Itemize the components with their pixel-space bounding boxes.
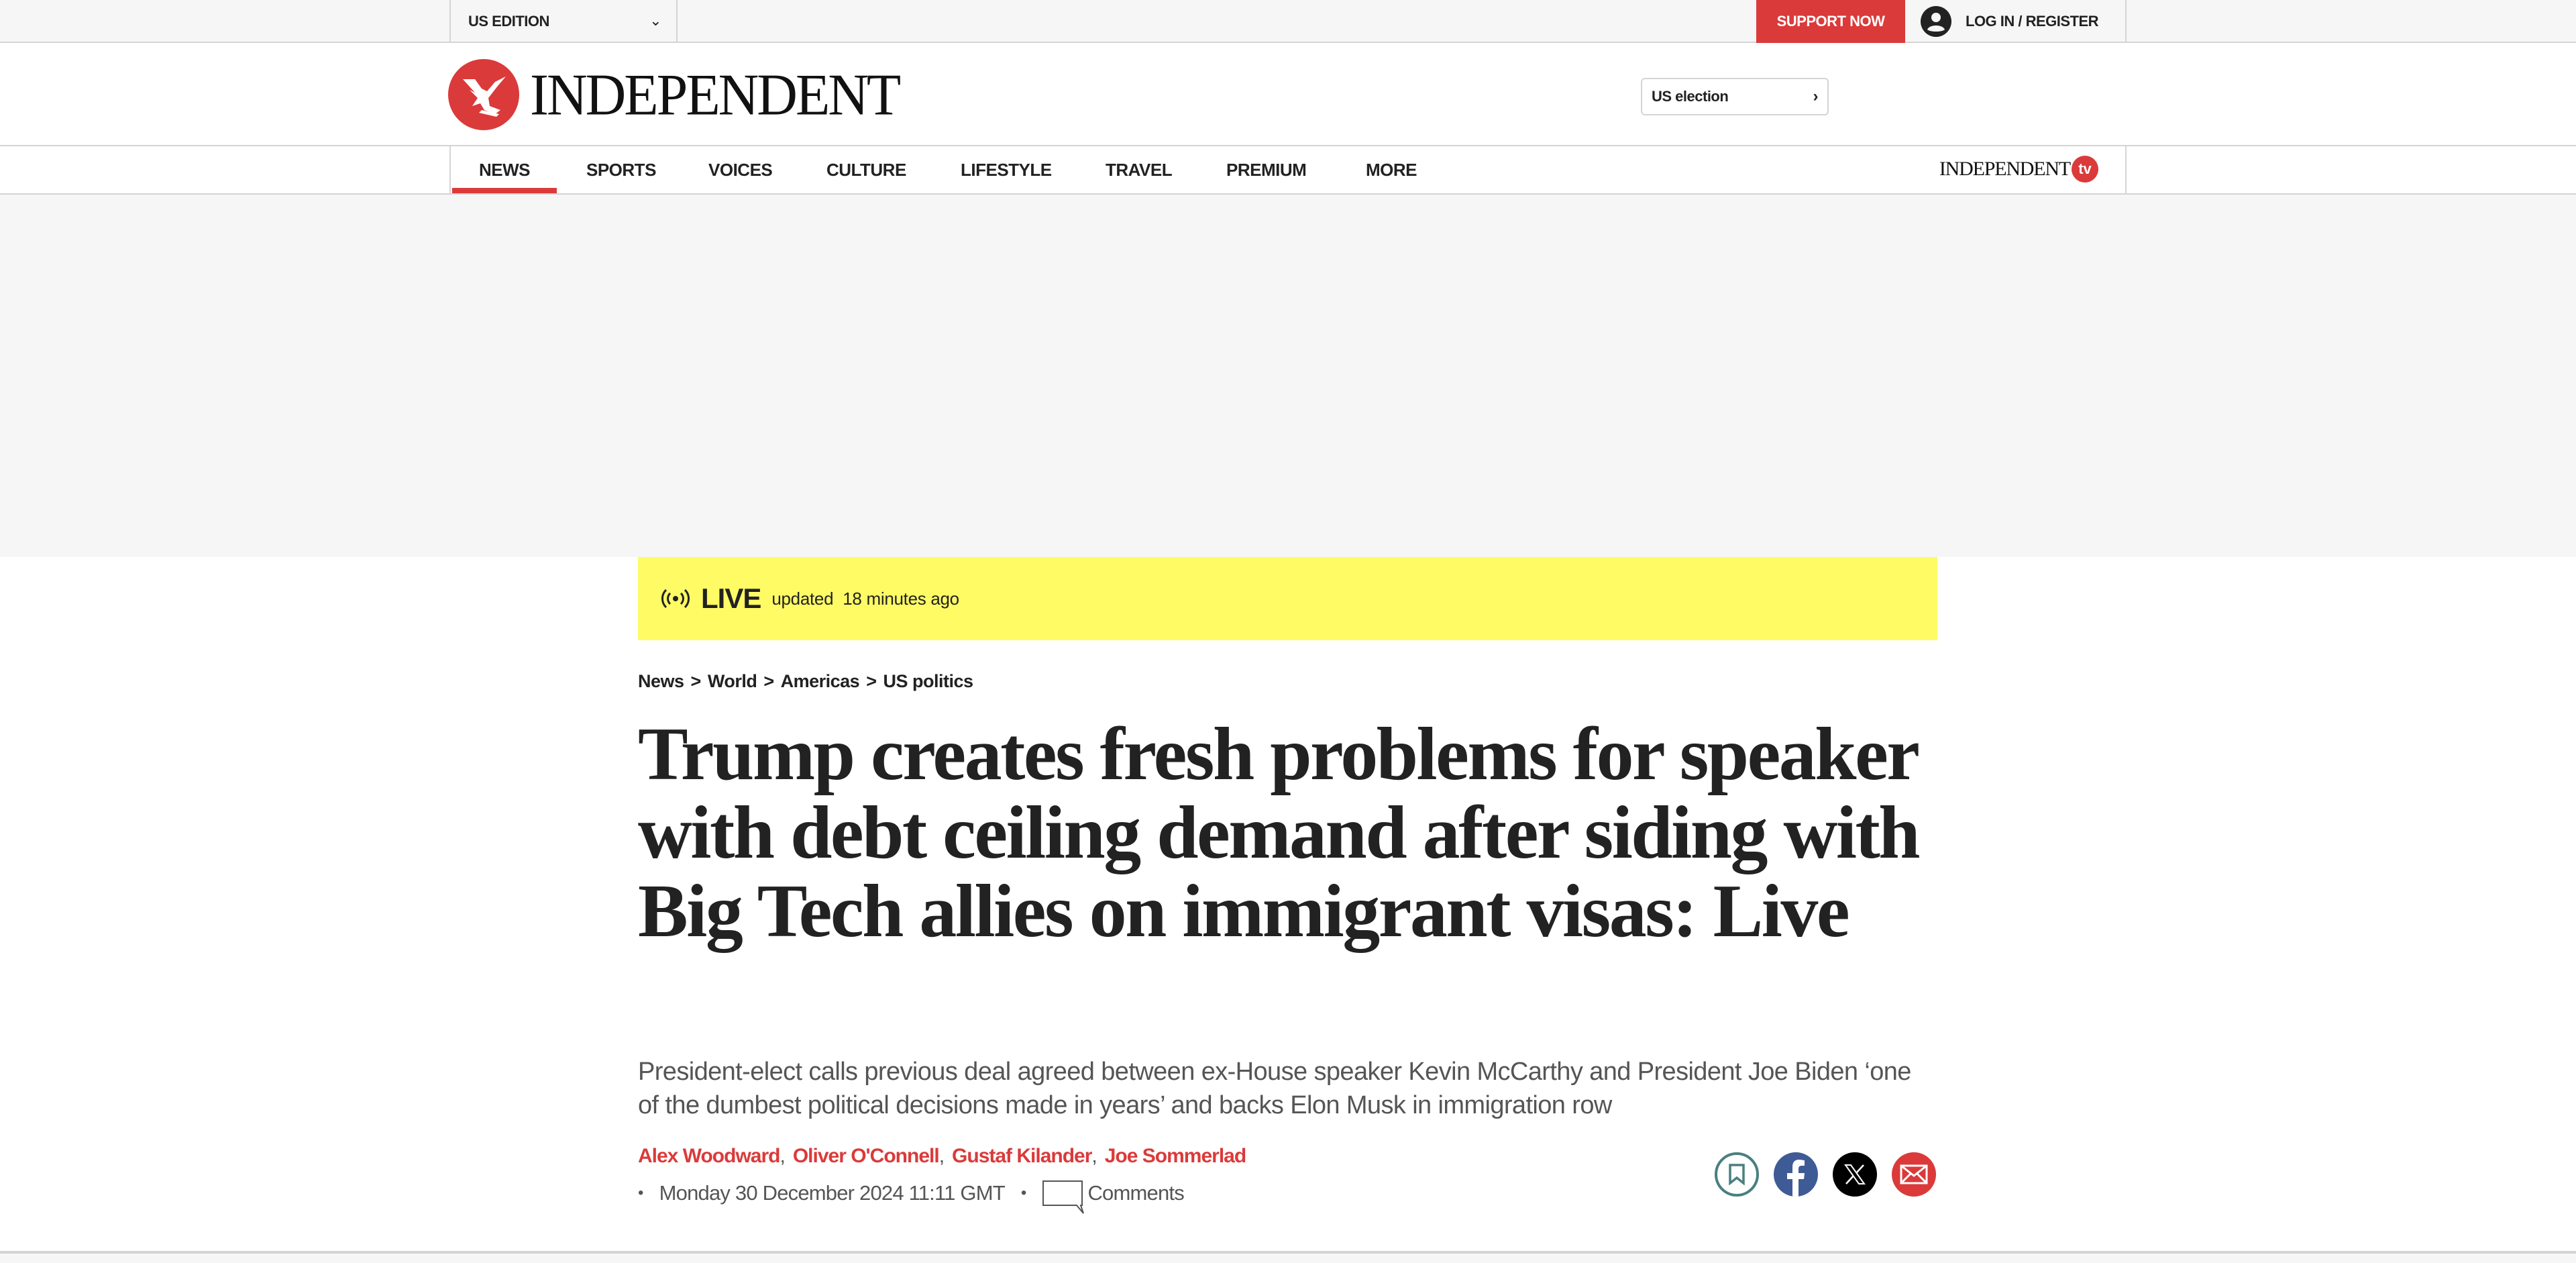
nav-item-travel[interactable]: TRAVEL xyxy=(1106,146,1173,193)
email-share-button[interactable] xyxy=(1892,1152,1936,1197)
bullet-separator: • xyxy=(1020,1184,1026,1202)
nav-item-news[interactable]: NEWS xyxy=(452,146,557,193)
masthead: INDEPENDENT US election › xyxy=(0,44,2576,146)
bookmark-button[interactable] xyxy=(1715,1152,1759,1197)
facebook-share-button[interactable] xyxy=(1774,1152,1818,1197)
author-separator: , xyxy=(938,1145,945,1167)
facebook-icon xyxy=(1787,1160,1805,1197)
byline: Alex Woodward, Oliver O'Connell, Gustaf … xyxy=(638,1145,1246,1168)
article-meta: • Monday 30 December 2024 11:11 GMT • Co… xyxy=(638,1176,1185,1214)
breadcrumb-separator: > xyxy=(763,671,774,691)
updated-time: 18 minutes ago xyxy=(843,588,959,609)
chevron-down-icon: ⌄ xyxy=(649,12,661,29)
edition-label: US EDITION xyxy=(468,13,549,30)
us-election-label: US election xyxy=(1652,88,1729,105)
comment-bubble-icon xyxy=(1042,1180,1085,1214)
article-standfirst: President-elect calls previous deal agre… xyxy=(638,1058,1911,1119)
comments-label: Comments xyxy=(1087,1181,1184,1205)
author-link[interactable]: Alex Woodward xyxy=(638,1145,780,1168)
x-share-button[interactable] xyxy=(1833,1152,1877,1197)
nav-item-sports[interactable]: SPORTS xyxy=(586,146,656,193)
bullet-separator: • xyxy=(638,1184,643,1202)
nav-item-lifestyle[interactable]: LIFESTYLE xyxy=(961,146,1052,193)
ad-slot xyxy=(0,195,2576,557)
live-banner: LIVE updated 18 minutes ago xyxy=(638,557,1937,640)
author-separator: , xyxy=(780,1145,785,1167)
nav-item-voices[interactable]: VOICES xyxy=(708,146,773,193)
live-broadcast-icon xyxy=(661,589,690,609)
breadcrumb-separator: > xyxy=(866,671,877,691)
breadcrumb-world[interactable]: World xyxy=(708,671,757,692)
main-nav: NEWS SPORTS VOICES CULTURE LIFESTYLE TRA… xyxy=(0,146,2576,195)
nav-inner: NEWS SPORTS VOICES CULTURE LIFESTYLE TRA… xyxy=(449,146,2127,193)
independent-logo[interactable]: INDEPENDENT xyxy=(448,59,901,130)
email-icon xyxy=(1900,1164,1928,1184)
live-label: LIVE xyxy=(701,583,761,614)
updated-label: updated xyxy=(771,588,834,609)
breadcrumb: News > World > Americas > US politics xyxy=(638,671,973,692)
independent-tv-link[interactable]: INDEPENDENT tv xyxy=(1939,156,2098,183)
nav-item-culture[interactable]: CULTURE xyxy=(826,146,906,193)
author-link[interactable]: Joe Sommerlad xyxy=(1105,1145,1246,1168)
support-now-button[interactable]: SUPPORT NOW xyxy=(1756,0,1905,43)
nav-item-more[interactable]: MORE xyxy=(1366,146,1417,193)
nav-item-premium[interactable]: PREMIUM xyxy=(1226,146,1307,193)
login-label: LOG IN / REGISTER xyxy=(1966,13,2099,30)
us-election-button[interactable]: US election › xyxy=(1641,78,1829,115)
article-headline: Trump creates fresh problems for speaker… xyxy=(638,713,1921,953)
top-utility-bar: US EDITION ⌄ SUPPORT NOW LOG IN / REGIST… xyxy=(0,0,2576,43)
bookmark-icon xyxy=(1729,1164,1745,1185)
author-link[interactable]: Oliver O'Connell xyxy=(793,1145,940,1168)
breadcrumb-americas[interactable]: Americas xyxy=(781,671,860,692)
independent-tv-wordmark: INDEPENDENT xyxy=(1939,158,2071,180)
eagle-logo-icon xyxy=(448,59,519,130)
brand-wordmark: INDEPENDENT xyxy=(530,62,901,128)
publish-date: Monday 30 December 2024 11:11 GMT xyxy=(659,1181,1006,1205)
section-divider xyxy=(0,1251,2576,1263)
breadcrumb-separator: > xyxy=(690,671,702,691)
author-link[interactable]: Gustaf Kilander xyxy=(952,1145,1092,1168)
login-register-button[interactable]: LOG IN / REGISTER xyxy=(1905,0,2127,43)
x-logo-icon xyxy=(1844,1164,1866,1184)
breadcrumb-news[interactable]: News xyxy=(638,671,684,692)
edition-selector[interactable]: US EDITION ⌄ xyxy=(449,0,678,43)
author-separator: , xyxy=(1091,1145,1097,1167)
user-account-icon xyxy=(1921,6,1951,37)
chevron-right-icon: › xyxy=(1813,87,1819,105)
tv-badge-icon: tv xyxy=(2072,156,2098,183)
share-bar xyxy=(1715,1152,1951,1197)
comments-link[interactable]: Comments xyxy=(1042,1176,1185,1214)
breadcrumb-us-politics[interactable]: US politics xyxy=(883,671,973,692)
